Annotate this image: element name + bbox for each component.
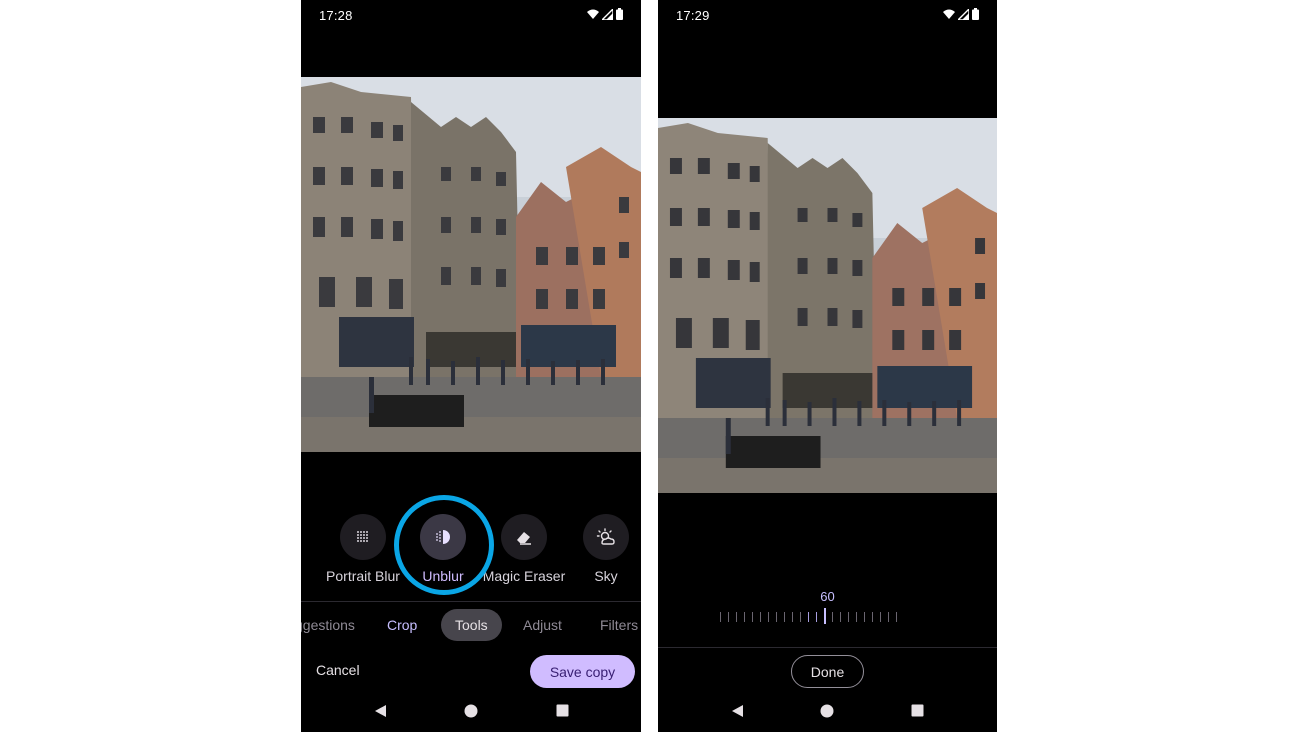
tab-tools[interactable]: Tools [441, 609, 502, 641]
left-screen: 17:28 Portrait Blur Unblur Magic Eraser … [301, 0, 641, 732]
recents-icon[interactable] [911, 704, 924, 722]
editor-tabs: ggestions Crop Tools Adjust Filters [301, 609, 641, 641]
street-photo [658, 118, 997, 493]
portrait-blur-tool[interactable]: Portrait Blur [318, 514, 408, 584]
navigation-bar [301, 700, 641, 728]
back-icon[interactable] [373, 704, 387, 723]
home-icon[interactable] [820, 704, 834, 723]
sky-label: Sky [594, 568, 618, 584]
slider-thumb[interactable] [824, 608, 826, 624]
sky-tool[interactable]: Sky [561, 514, 641, 584]
tab-crop[interactable]: Crop [387, 609, 417, 641]
photo-preview [301, 77, 641, 452]
sky-icon [583, 514, 629, 560]
status-bar: 17:28 [301, 0, 641, 32]
done-button[interactable]: Done [791, 655, 864, 688]
battery-icon [616, 8, 623, 20]
unblur-tool[interactable]: Unblur [398, 514, 488, 584]
wifi-icon [943, 9, 955, 20]
tab-filters[interactable]: Filters [600, 609, 638, 641]
signal-icon [602, 8, 613, 20]
photo-preview [658, 118, 997, 493]
magic-eraser-tool[interactable]: Magic Eraser [479, 514, 569, 584]
magic-eraser-label: Magic Eraser [482, 568, 566, 584]
unblur-strength-slider[interactable] [720, 608, 900, 628]
tools-carousel: Portrait Blur Unblur Magic Eraser Sky [301, 514, 641, 594]
status-time: 17:28 [319, 8, 353, 23]
eraser-icon [501, 514, 547, 560]
divider [301, 601, 641, 602]
unblur-icon [420, 514, 466, 560]
status-bar: 17:29 [658, 0, 997, 32]
status-icons [943, 8, 979, 20]
battery-icon [972, 8, 979, 20]
signal-icon [958, 8, 969, 20]
tab-suggestions[interactable]: ggestions [301, 609, 355, 641]
unblur-strength-value: 60 [820, 589, 835, 604]
recents-icon[interactable] [556, 704, 569, 722]
unblur-label: Unblur [422, 568, 464, 584]
wifi-icon [587, 9, 599, 20]
status-icons [587, 8, 623, 20]
home-icon[interactable] [464, 704, 478, 723]
save-copy-button[interactable]: Save copy [530, 655, 635, 688]
navigation-bar [658, 700, 997, 728]
back-icon[interactable] [730, 704, 744, 723]
portrait-blur-label: Portrait Blur [326, 568, 400, 584]
portrait-blur-icon [340, 514, 386, 560]
street-photo [301, 77, 641, 452]
cancel-button[interactable]: Cancel [316, 662, 360, 678]
tab-adjust[interactable]: Adjust [523, 609, 562, 641]
divider [658, 647, 997, 648]
status-time: 17:29 [676, 8, 710, 23]
right-screen: 17:29 60 Done [658, 0, 997, 732]
